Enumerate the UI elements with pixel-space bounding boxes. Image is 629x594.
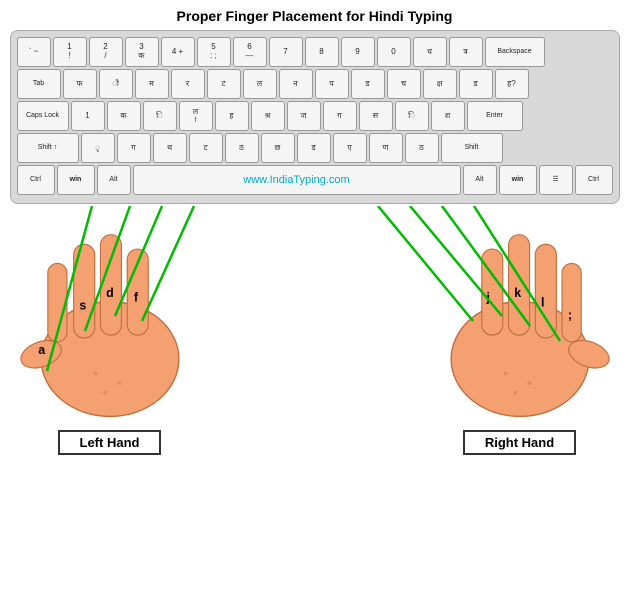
key-equals[interactable]: त्र bbox=[449, 37, 483, 67]
key-win-right[interactable]: win bbox=[499, 165, 537, 195]
key-shift-right[interactable]: Shift bbox=[441, 133, 503, 163]
key-period[interactable]: ण bbox=[369, 133, 403, 163]
key-backslash[interactable]: ह? bbox=[495, 69, 529, 99]
key-alt-right[interactable]: Alt bbox=[463, 165, 497, 195]
page-title: Proper Finger Placement for Hindi Typing bbox=[177, 8, 453, 24]
url-label: www.IndiaTyping.com bbox=[243, 174, 349, 186]
key-o[interactable]: ड bbox=[351, 69, 385, 99]
key-n[interactable]: छ bbox=[261, 133, 295, 163]
key-f[interactable]: लf bbox=[179, 101, 213, 131]
hands-area: a s d f Left Hand bbox=[10, 206, 620, 590]
key-2[interactable]: 2/ bbox=[89, 37, 123, 67]
key-tab[interactable]: Tab bbox=[17, 69, 61, 99]
key-ctrl-right[interactable]: Ctrl bbox=[575, 165, 613, 195]
key-space[interactable]: www.IndiaTyping.com bbox=[133, 165, 461, 195]
key-7[interactable]: 7 bbox=[269, 37, 303, 67]
key-e[interactable]: म bbox=[135, 69, 169, 99]
key-semicolon[interactable]: ि bbox=[395, 101, 429, 131]
key-a[interactable]: 1 bbox=[71, 101, 105, 131]
key-u[interactable]: न bbox=[279, 69, 313, 99]
key-q[interactable]: फ bbox=[63, 69, 97, 99]
key-r[interactable]: र bbox=[171, 69, 205, 99]
key-x[interactable]: ग bbox=[117, 133, 151, 163]
finger-label-a: a bbox=[38, 343, 45, 357]
key-c[interactable]: थ bbox=[153, 133, 187, 163]
key-comma[interactable]: ए bbox=[333, 133, 367, 163]
key-t[interactable]: ट bbox=[207, 69, 241, 99]
key-p[interactable]: च bbox=[387, 69, 421, 99]
key-shift-left[interactable]: Shift ↑ bbox=[17, 133, 79, 163]
key-minus[interactable]: ध bbox=[413, 37, 447, 67]
finger-label-s: s bbox=[79, 298, 86, 312]
right-hand-container: j k l ; Right Hand bbox=[420, 206, 620, 590]
key-3[interactable]: 3क bbox=[125, 37, 159, 67]
key-enter[interactable]: Enter bbox=[467, 101, 523, 131]
key-l[interactable]: स bbox=[359, 101, 393, 131]
left-hand-container: a s d f Left Hand bbox=[10, 206, 210, 590]
right-hand-svg: j k l ; bbox=[420, 206, 620, 426]
key-6[interactable]: 6— bbox=[233, 37, 267, 67]
key-row-3: Caps Lock 1 क ि लf ह श्र ज ग स ि श Enter bbox=[17, 101, 613, 131]
key-5[interactable]: 5: ; bbox=[197, 37, 231, 67]
key-slash[interactable]: ठ bbox=[405, 133, 439, 163]
key-rbracket[interactable]: ड bbox=[459, 69, 493, 99]
key-8[interactable]: 8 bbox=[305, 37, 339, 67]
finger-label-l: l bbox=[541, 295, 544, 309]
finger-label-semicolon: ; bbox=[567, 308, 571, 322]
left-hand-label: Left Hand bbox=[58, 430, 162, 455]
key-z[interactable]: ृ bbox=[81, 133, 115, 163]
key-row-5: Ctrl win Alt www.IndiaTyping.com Alt win… bbox=[17, 165, 613, 195]
key-g[interactable]: ह bbox=[215, 101, 249, 131]
key-s[interactable]: क bbox=[107, 101, 141, 131]
key-4[interactable]: 4 + bbox=[161, 37, 195, 67]
key-alt-left[interactable]: Alt bbox=[97, 165, 131, 195]
key-j[interactable]: ज bbox=[287, 101, 321, 131]
key-ctrl-left[interactable]: Ctrl bbox=[17, 165, 55, 195]
finger-label-d: d bbox=[106, 286, 114, 300]
key-h[interactable]: श्र bbox=[251, 101, 285, 131]
key-row-1: ` ~ 1! 2/ 3क 4 + 5: ; 6— 7 8 9 0 ध त्र B… bbox=[17, 37, 613, 67]
key-9[interactable]: 9 bbox=[341, 37, 375, 67]
finger-label-j: j bbox=[485, 291, 489, 305]
key-0[interactable]: 0 bbox=[377, 37, 411, 67]
key-1[interactable]: 1! bbox=[53, 37, 87, 67]
right-hand-label: Right Hand bbox=[463, 430, 576, 455]
key-y[interactable]: ल bbox=[243, 69, 277, 99]
keyboard: ` ~ 1! 2/ 3क 4 + 5: ; 6— 7 8 9 0 ध त्र B… bbox=[10, 30, 620, 204]
key-menu[interactable]: ☰ bbox=[539, 165, 573, 195]
key-i[interactable]: प bbox=[315, 69, 349, 99]
finger-label-k: k bbox=[514, 286, 521, 300]
key-capslock[interactable]: Caps Lock bbox=[17, 101, 69, 131]
key-lbracket[interactable]: क्ष bbox=[423, 69, 457, 99]
key-d[interactable]: ि bbox=[143, 101, 177, 131]
key-b[interactable]: ठ bbox=[225, 133, 259, 163]
key-v[interactable]: ट bbox=[189, 133, 223, 163]
key-row-4: Shift ↑ ृ ग थ ट ठ छ ड ए ण ठ Shift bbox=[17, 133, 613, 163]
key-w[interactable]: ौ bbox=[99, 69, 133, 99]
left-hand-svg: a s d f bbox=[10, 206, 210, 426]
key-row-2: Tab फ ौ म र ट ल न प ड च क्ष ड ह? bbox=[17, 69, 613, 99]
key-backtick[interactable]: ` ~ bbox=[17, 37, 51, 67]
key-m[interactable]: ड bbox=[297, 133, 331, 163]
key-quote[interactable]: श bbox=[431, 101, 465, 131]
key-backspace[interactable]: Backspace bbox=[485, 37, 545, 67]
key-k[interactable]: ग bbox=[323, 101, 357, 131]
key-win-left[interactable]: win bbox=[57, 165, 95, 195]
